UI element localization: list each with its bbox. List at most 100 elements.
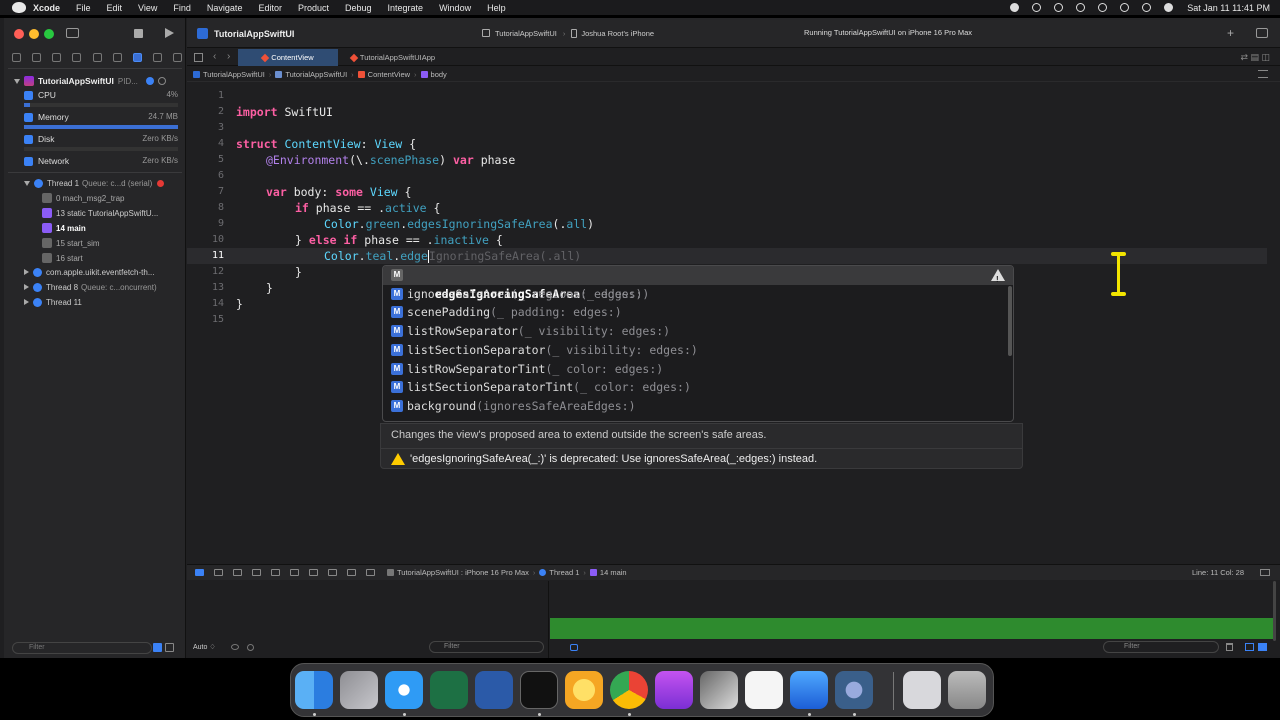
project-navigator-icon[interactable] — [12, 53, 21, 62]
menu-app-name[interactable]: Xcode — [33, 3, 60, 13]
stack-frame-row[interactable]: 15 start_sim — [42, 236, 100, 250]
view-debugger-icon[interactable] — [309, 569, 318, 576]
test-navigator-icon[interactable] — [112, 53, 122, 62]
safari-icon[interactable] — [385, 671, 423, 709]
excel-icon[interactable] — [430, 671, 468, 709]
completion-item[interactable]: MlistRowSeparatorTint(_ color: edges:) — [383, 360, 1013, 379]
gauge-disk[interactable]: Disk Zero KB/s — [24, 133, 180, 153]
process-info-icon[interactable] — [157, 77, 166, 85]
wifi-icon[interactable] — [1098, 3, 1108, 12]
stack-frame-row[interactable]: 16 start — [42, 251, 83, 265]
add-icon[interactable]: + — [1227, 26, 1234, 40]
menu-editor[interactable]: Editor — [258, 3, 282, 13]
issue-navigator-icon[interactable] — [92, 53, 102, 62]
debug-crumb-target[interactable]: TutorialAppSwiftUI : iPhone 16 Pro Max — [397, 568, 529, 577]
siri-icon[interactable] — [1164, 3, 1174, 12]
completion-item[interactable]: Mbackground(ignoresSafeAreaEdges:) — [383, 397, 1013, 416]
code-line[interactable]: 10} else if phase == .inactive { — [187, 232, 1267, 248]
related-items-icon[interactable] — [194, 53, 203, 62]
completion-scrollbar[interactable] — [1008, 286, 1012, 356]
trash-icon[interactable] — [948, 671, 986, 709]
debug-crumb-frame[interactable]: 14 main — [600, 568, 627, 577]
documents-stack-icon[interactable] — [903, 671, 941, 709]
quicktime-icon[interactable] — [835, 671, 873, 709]
amphetamine-icon[interactable] — [565, 671, 603, 709]
code-line-current[interactable]: 11 Color.teal.edgeIgnoringSafeArea(.all) — [187, 248, 1267, 264]
hide-debug-area-icon[interactable] — [195, 569, 204, 576]
finder-icon[interactable] — [295, 671, 333, 709]
pause-continue-icon[interactable] — [233, 569, 242, 576]
destination-selector[interactable]: Joshua Root's iPhone — [571, 28, 654, 38]
inspector-toggle-icon[interactable] — [1256, 28, 1268, 38]
completion-item[interactable]: MlistSectionSeparator(_ visibility: edge… — [383, 341, 1013, 360]
gauge-cpu[interactable]: CPU 4% — [24, 89, 180, 109]
disclosure-icon[interactable] — [14, 78, 20, 84]
step-out-icon[interactable] — [290, 569, 299, 576]
trash-icon[interactable] — [1226, 643, 1233, 651]
simulate-location-icon[interactable] — [366, 569, 375, 576]
code-line[interactable]: 4 struct ContentView: View { — [187, 136, 1267, 152]
report-navigator-icon[interactable] — [173, 53, 182, 62]
word-icon[interactable] — [475, 671, 513, 709]
stop-button[interactable] — [134, 29, 143, 38]
record-icon[interactable] — [1010, 3, 1020, 12]
control-center-icon[interactable] — [1142, 3, 1152, 12]
tab-contentview[interactable]: ContentView — [238, 49, 338, 66]
completion-item[interactable]: MlistRowSeparator(_ visibility: edges:) — [383, 322, 1013, 341]
menu-debug[interactable]: Debug — [345, 3, 372, 13]
close-window-button[interactable] — [14, 29, 24, 39]
stack-frame-row[interactable]: 0 mach_msg2_trap — [42, 191, 124, 205]
breakpoints-toggle-icon[interactable] — [214, 569, 223, 576]
code-line[interactable]: 6 — [187, 168, 1267, 184]
step-over-icon[interactable] — [252, 569, 261, 576]
run-button[interactable] — [165, 28, 174, 38]
stack-frame-row[interactable]: 13 static TutorialAppSwiftU... — [42, 206, 158, 220]
code-line[interactable]: 8 if phase == .active { — [187, 200, 1267, 216]
breakpoint-navigator-icon[interactable] — [152, 53, 162, 62]
minimap-toggle-icon[interactable] — [1258, 70, 1268, 78]
disclosure-icon[interactable] — [24, 269, 29, 275]
forward-icon[interactable]: › — [227, 51, 230, 62]
menu-navigate[interactable]: Navigate — [207, 3, 243, 13]
apple-menu-icon[interactable] — [12, 2, 26, 13]
bookmark-icon[interactable] — [52, 53, 62, 62]
airdrop-icon[interactable] — [1032, 3, 1042, 12]
thread-row[interactable]: com.apple.uikit.eventfetch-th... — [24, 265, 155, 279]
show-variables-icon[interactable] — [1245, 643, 1254, 651]
variables-scope-select[interactable]: Auto ♢ — [193, 643, 216, 651]
environment-overrides-icon[interactable] — [347, 569, 356, 576]
step-into-icon[interactable] — [271, 569, 280, 576]
sidebar-toggle-icon[interactable] — [66, 28, 79, 38]
debug-navigator-icon[interactable] — [132, 53, 142, 62]
filter-option-icon[interactable] — [165, 643, 174, 652]
find-navigator-icon[interactable] — [72, 53, 82, 62]
info-icon[interactable] — [247, 644, 254, 651]
console-scrollbar[interactable] — [1273, 581, 1276, 641]
launchpad-icon[interactable] — [340, 671, 378, 709]
back-icon[interactable]: ‹ — [213, 51, 216, 62]
completion-item[interactable]: MedgesIgnoringSafeArea(_ edges:) — [383, 266, 1013, 301]
split-toggle-icon[interactable] — [1260, 569, 1270, 576]
navigator-filter-input[interactable]: Filter — [12, 642, 152, 654]
scheme-selector[interactable]: TutorialAppSwiftUI — [482, 29, 557, 38]
menu-edit[interactable]: Edit — [107, 3, 123, 13]
gauge-memory[interactable]: Memory 24.7 MB — [24, 111, 180, 131]
menu-integrate[interactable]: Integrate — [388, 3, 424, 13]
code-line[interactable]: 5 @Environment(\.scenePhase) var phase — [187, 152, 1267, 168]
code-line[interactable]: 9 Color.green.edgesIgnoringSafeArea(.all) — [187, 216, 1267, 232]
filter-option-icon[interactable] — [153, 643, 162, 652]
completion-item[interactable]: MscenePadding(_ padding: edges:) — [383, 303, 1013, 322]
code-completion-list[interactable]: MedgesIgnoringSafeArea(_ edges:) Mignore… — [382, 265, 1014, 422]
thread-row[interactable]: Thread 8 Queue: c...oncurrent) — [24, 280, 157, 294]
show-console-icon[interactable] — [1258, 643, 1267, 651]
disclosure-icon[interactable] — [24, 284, 29, 290]
menu-find[interactable]: Find — [173, 3, 191, 13]
code-line[interactable]: 1 — [187, 88, 1267, 104]
quick-look-icon[interactable] — [231, 644, 239, 650]
textedit-icon[interactable] — [745, 671, 783, 709]
source-control-icon[interactable] — [32, 53, 42, 62]
menu-help[interactable]: Help — [487, 3, 506, 13]
code-line[interactable]: 7 var body: some View { — [187, 184, 1267, 200]
variables-filter-input[interactable]: Filter — [429, 641, 544, 653]
zoom-window-button[interactable] — [44, 29, 54, 39]
